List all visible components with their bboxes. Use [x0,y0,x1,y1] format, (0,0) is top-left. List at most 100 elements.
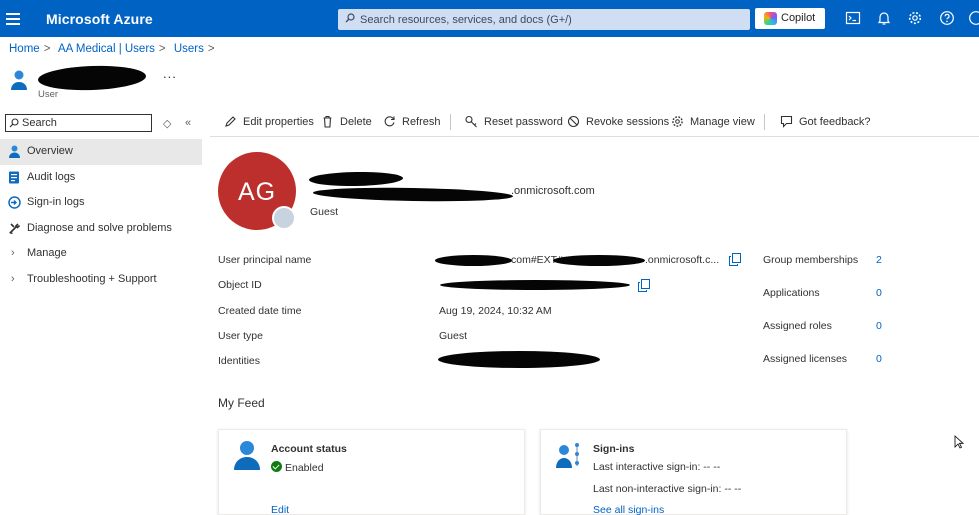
profile-user-type: Guest [310,206,339,218]
search-icon [345,13,355,23]
copilot-icon [764,12,777,25]
nav-item-sign-in-logs[interactable]: Sign-in logs [0,190,202,216]
global-search[interactable] [338,9,750,30]
card-title: Sign-ins [593,443,635,455]
chevron-right-icon: › [11,247,15,259]
copilot-button[interactable]: Copilot [755,8,825,29]
stat-value-assigned-roles[interactable]: 0 [876,320,882,332]
key-icon [465,115,477,128]
chevron-right-icon: > [43,43,51,55]
nav-item-troubleshooting[interactable]: › Troubleshooting + Support [0,267,202,293]
account-status-card: Account status Enabled Edit [218,429,525,515]
nav-item-diagnose[interactable]: Diagnose and solve problems [0,216,202,242]
feedback-icon[interactable] [968,10,979,26]
toolbar-divider [450,114,451,130]
stat-label-applications: Applications [763,287,820,299]
sign-ins-card: Sign-ins Last interactive sign-in: -- --… [540,429,847,515]
more-options-icon[interactable]: ... [163,66,177,81]
redacted-upn-part-2 [553,255,645,266]
property-label-created: Created date time [218,305,302,317]
account-status: Enabled [271,461,324,474]
chevron-right-icon: > [207,43,215,55]
nav-search-input[interactable] [22,116,146,130]
sign-ins-icon [556,443,579,468]
collapse-nav-icon[interactable]: « [185,117,191,129]
hamburger-menu-icon[interactable] [6,10,20,26]
chevron-right-icon: › [11,272,15,285]
sign-in-log-icon [8,196,21,209]
brand-title[interactable]: Microsoft Azure [46,11,153,27]
help-icon[interactable] [939,10,955,26]
nav-item-manage[interactable]: › Manage [0,241,202,267]
chevron-right-icon: > [158,43,166,55]
last-interactive-sign-in: Last interactive sign-in: -- -- [593,461,721,473]
top-bar: Microsoft Azure Copilot [0,0,979,37]
breadcrumb-users-blade[interactable]: AA Medical | Users [58,43,155,55]
delete-button[interactable]: Delete [321,110,372,134]
cloud-shell-icon[interactable] [845,10,861,26]
redacted-identities [438,351,600,368]
toolbar-divider-line [210,136,979,137]
nav-item-label: Overview [27,145,73,157]
user-icon [11,70,27,90]
stat-value-group-memberships[interactable]: 2 [876,254,882,266]
property-label-user-type: User type [218,330,263,342]
stat-label-assigned-roles: Assigned roles [763,320,832,332]
nav-item-overview[interactable]: Overview [0,139,202,165]
breadcrumb: Home > AA Medical | Users > Users > [9,43,220,55]
search-icon [9,118,19,128]
user-type-value: Guest [439,330,468,342]
nav-item-label: Sign-in logs [27,196,85,208]
card-title: Account status [271,443,347,455]
toolbar-divider [764,114,765,130]
gear-icon [672,116,683,127]
edit-properties-button[interactable]: Edit properties [224,110,314,134]
nav-item-label: Diagnose and solve problems [27,221,172,234]
created-date-value: Aug 19, 2024, 10:32 AM [439,305,552,317]
last-non-interactive-sign-in: Last non-interactive sign-in: -- -- [593,483,742,495]
property-label-upn: User principal name [218,254,312,266]
account-status-text: Enabled [285,462,324,474]
copy-icon[interactable] [729,253,741,266]
breadcrumb-home[interactable]: Home [9,43,40,55]
stat-value-assigned-licenses[interactable]: 0 [876,353,882,365]
revoke-sessions-button[interactable]: Revoke sessions [567,110,669,134]
nav-item-audit-logs[interactable]: Audit logs [0,165,202,191]
audit-log-icon [9,171,19,183]
nav-item-label: Troubleshooting + Support [27,272,157,285]
refresh-button[interactable]: Refresh [383,110,441,134]
check-circle-icon [271,461,282,472]
expand-nav-icon[interactable]: ◇ [163,117,171,130]
left-navigation: Overview Audit logs Sign-in logs Diagnos… [0,139,202,292]
pencil-icon [225,116,236,127]
refresh-icon [384,116,395,127]
settings-gear-icon[interactable] [907,10,923,26]
person-icon [9,145,20,158]
block-icon [567,115,580,128]
copy-icon[interactable] [638,279,650,292]
nav-item-label: Manage [27,247,67,259]
got-feedback-button[interactable]: Got feedback? [780,110,871,134]
trash-icon [323,115,332,128]
property-label-identities: Identities [218,355,261,367]
redacted-display-name [308,171,404,187]
copilot-label: Copilot [781,12,816,24]
reset-password-button[interactable]: Reset password [465,110,563,134]
notifications-bell-icon[interactable] [876,10,892,26]
redacted-user-name [37,64,147,92]
mouse-cursor-icon [954,435,964,449]
manage-view-button[interactable]: Manage view [671,110,755,134]
redacted-object-id [440,280,630,290]
guest-badge-icon [272,206,296,230]
feedback-person-icon [780,115,793,128]
user-account-icon [234,441,260,470]
see-all-sign-ins-link[interactable]: See all sign-ins [593,504,664,515]
nav-item-label: Audit logs [27,170,76,183]
nav-search[interactable] [5,114,152,132]
edit-account-link[interactable]: Edit [271,504,289,515]
redacted-email [312,186,514,203]
upn-value-suffix: .onmicrosoft.c... [645,254,720,266]
breadcrumb-users[interactable]: Users [174,43,204,55]
stat-value-applications[interactable]: 0 [876,287,882,299]
global-search-input[interactable] [360,10,746,29]
